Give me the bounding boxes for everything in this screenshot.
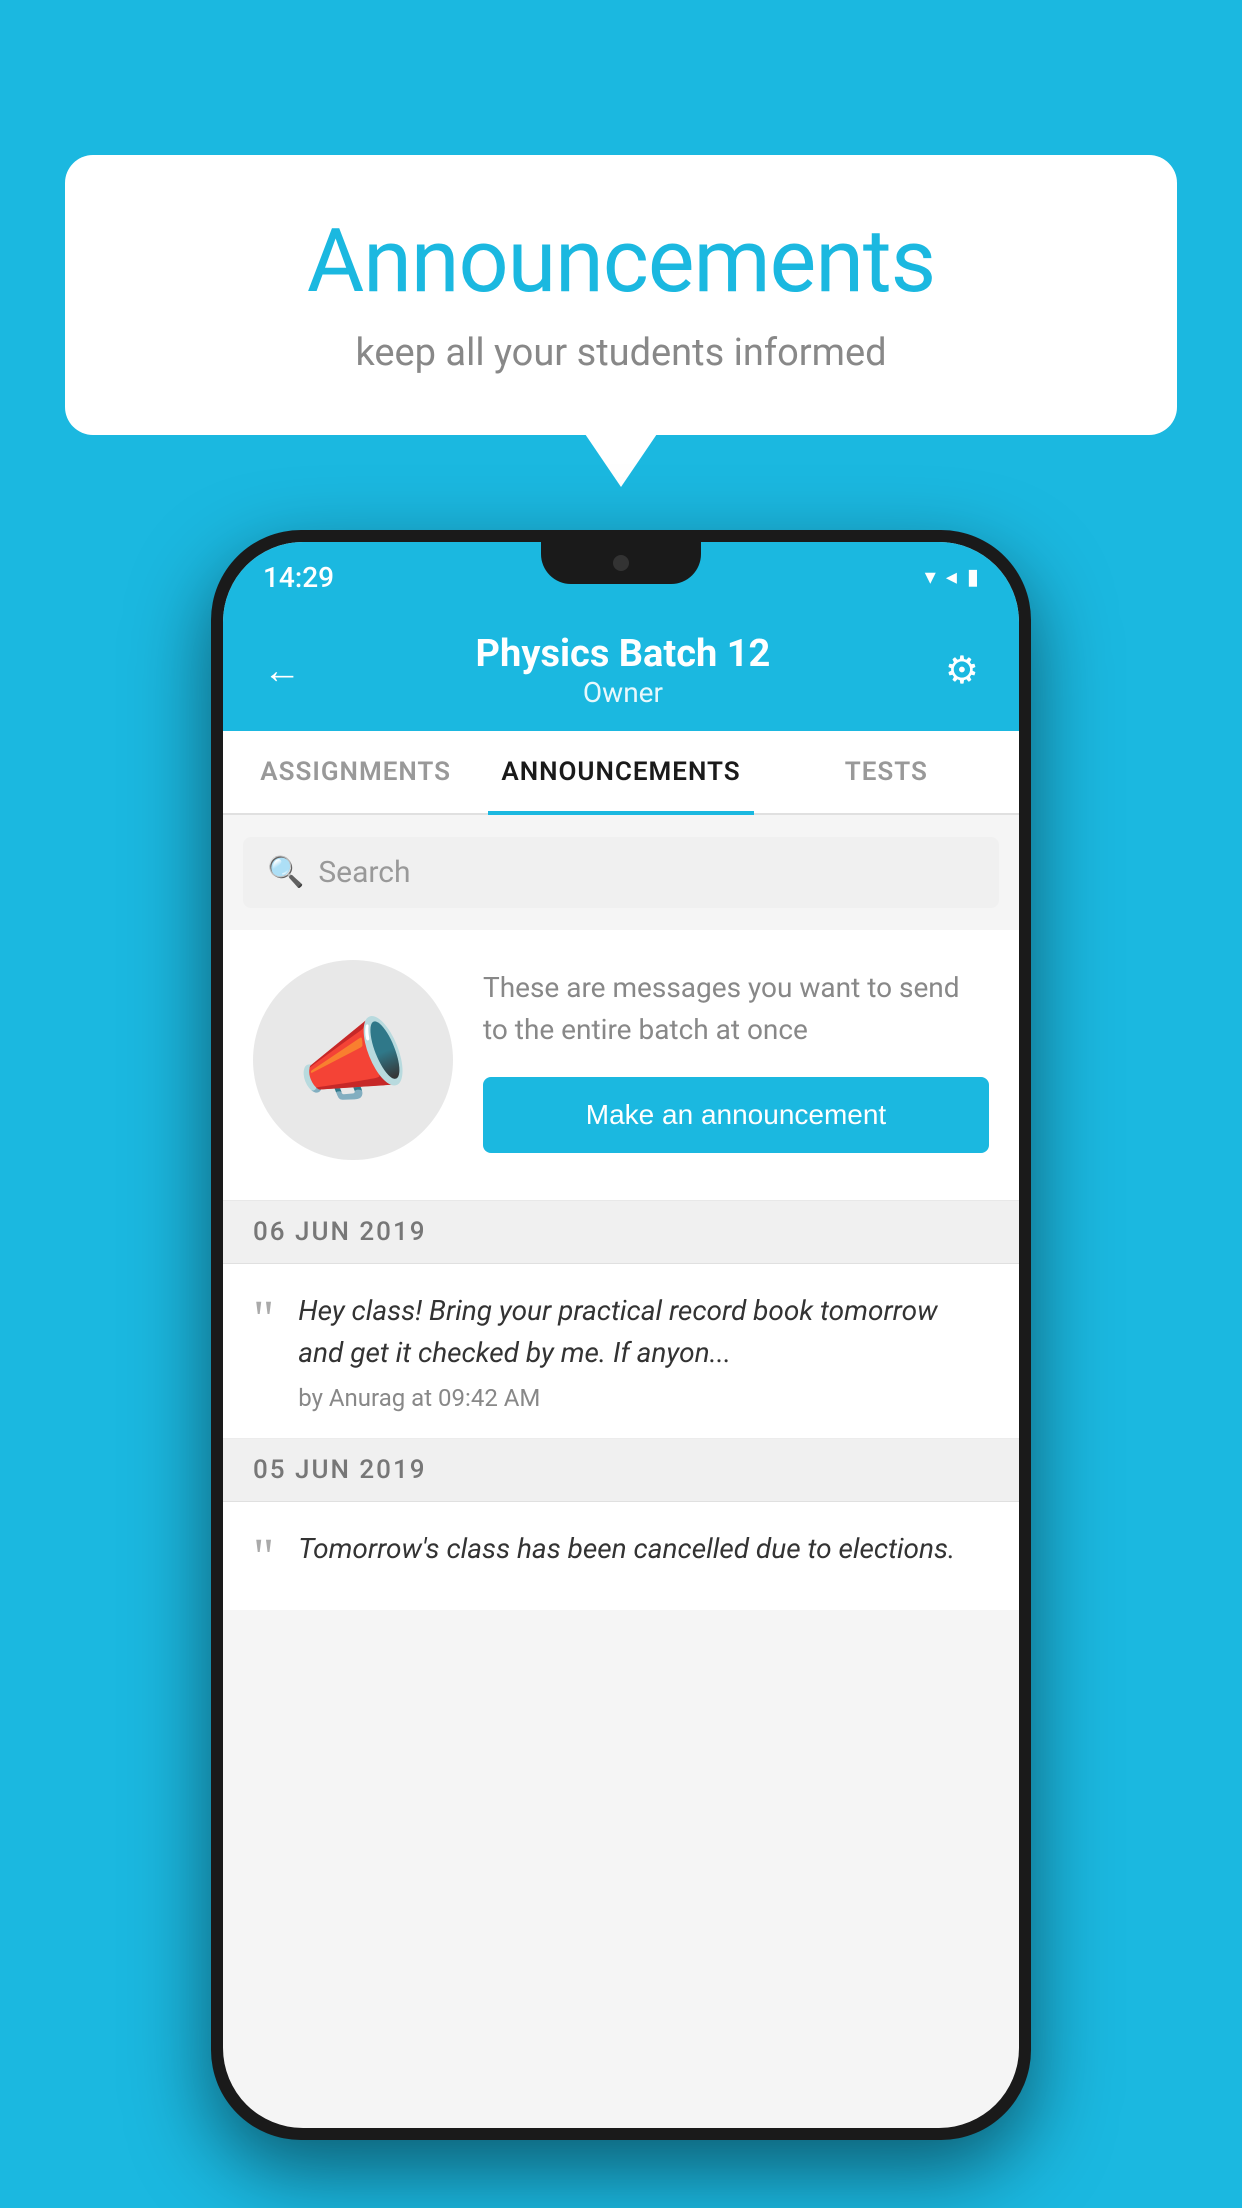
battery-icon: ▮ [967, 565, 979, 590]
date-separator-1: 06 JUN 2019 [223, 1201, 1019, 1264]
search-placeholder: Search [318, 855, 410, 890]
phone-device: 14:29 ▾ ◂ ▮ ← Physics Batch 12 Owner ⚙ [211, 530, 1031, 2140]
status-time: 14:29 [263, 561, 334, 594]
announcement-meta-1: by Anurag at 09:42 AM [298, 1384, 989, 1412]
back-button[interactable]: ← [263, 649, 301, 693]
make-announcement-button[interactable]: Make an announcement [483, 1077, 989, 1153]
notch [541, 542, 701, 584]
camera-dot [613, 555, 629, 571]
tab-assignments[interactable]: ASSIGNMENTS [223, 731, 488, 813]
empty-state-right: These are messages you want to send to t… [483, 967, 989, 1153]
tab-announcements[interactable]: ANNOUNCEMENTS [488, 731, 753, 813]
wifi-icon: ▾ [925, 565, 936, 590]
empty-state: 📣 These are messages you want to send to… [223, 930, 1019, 1201]
status-bar: 14:29 ▾ ◂ ▮ [223, 542, 1019, 612]
announcement-item-1[interactable]: " Hey class! Bring your practical record… [223, 1264, 1019, 1439]
search-bar[interactable]: 🔍 Search [243, 837, 999, 908]
app-bar-title-text: Physics Batch 12 [301, 632, 945, 676]
bubble-title: Announcements [125, 210, 1117, 313]
quote-icon-1: " [253, 1294, 274, 1346]
announcement-content-2: Tomorrow's class has been cancelled due … [298, 1528, 989, 1580]
announcement-text-2: Tomorrow's class has been cancelled due … [298, 1528, 989, 1570]
date-separator-2: 05 JUN 2019 [223, 1439, 1019, 1502]
speech-bubble-container: Announcements keep all your students inf… [65, 155, 1177, 435]
status-icons: ▾ ◂ ▮ [925, 565, 979, 590]
tabs-bar: ASSIGNMENTS ANNOUNCEMENTS TESTS [223, 731, 1019, 815]
announcement-item-2[interactable]: " Tomorrow's class has been cancelled du… [223, 1502, 1019, 1610]
announcement-text-1: Hey class! Bring your practical record b… [298, 1290, 989, 1374]
empty-state-description: These are messages you want to send to t… [483, 967, 989, 1051]
announcement-content-1: Hey class! Bring your practical record b… [298, 1290, 989, 1412]
app-bar-title-group: Physics Batch 12 Owner [301, 632, 945, 709]
search-icon: 🔍 [267, 855, 304, 890]
signal-icon: ◂ [946, 565, 957, 590]
app-bar-subtitle: Owner [301, 676, 945, 709]
speech-bubble: Announcements keep all your students inf… [65, 155, 1177, 435]
app-bar: ← Physics Batch 12 Owner ⚙ [223, 612, 1019, 731]
phone-wrapper: 14:29 ▾ ◂ ▮ ← Physics Batch 12 Owner ⚙ [211, 530, 1031, 2140]
phone-screen: 14:29 ▾ ◂ ▮ ← Physics Batch 12 Owner ⚙ [223, 542, 1019, 2128]
megaphone-circle: 📣 [253, 960, 453, 1160]
quote-icon-2: " [253, 1532, 274, 1584]
settings-button[interactable]: ⚙ [945, 648, 979, 693]
tab-tests[interactable]: TESTS [754, 731, 1019, 813]
megaphone-icon: 📣 [297, 1008, 409, 1113]
bubble-subtitle: keep all your students informed [125, 331, 1117, 375]
